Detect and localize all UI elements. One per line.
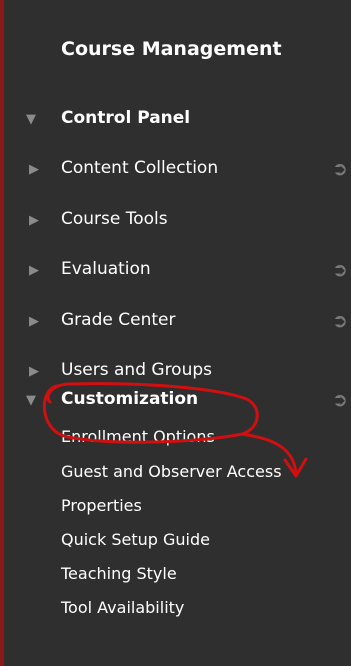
menu-item-label[interactable]: Grade Center	[61, 310, 175, 330]
control-panel-label[interactable]: Control Panel	[61, 108, 190, 128]
triangle-right-icon[interactable]: ▶	[29, 162, 45, 178]
submenu-item-guest-observer-access[interactable]: Guest and Observer Access	[61, 462, 282, 481]
menu-item-label[interactable]: Course Tools	[61, 209, 168, 229]
menu-item-course-tools[interactable]: ▶ Course Tools	[4, 200, 351, 242]
triangle-right-icon[interactable]: ▶	[29, 364, 45, 380]
circle-arrow-right-icon[interactable]: ➲	[332, 390, 351, 410]
triangle-down-icon[interactable]: ▼	[26, 112, 42, 128]
menu-item-label[interactable]: Users and Groups	[61, 360, 212, 380]
course-management-panel: Course Management ▼ Control Panel ▶ Cont…	[0, 0, 351, 666]
circle-arrow-right-icon[interactable]: ➲	[332, 159, 351, 179]
control-panel-row[interactable]: ▼ Control Panel	[4, 99, 351, 141]
submenu-item-teaching-style[interactable]: Teaching Style	[61, 564, 177, 583]
circle-arrow-right-icon[interactable]: ➲	[332, 260, 351, 280]
menu-item-evaluation[interactable]: ▶ Evaluation ➲	[4, 250, 351, 292]
customization-label[interactable]: Customization	[61, 389, 198, 409]
submenu-item-tool-availability[interactable]: Tool Availability	[61, 598, 184, 617]
menu-item-content-collection[interactable]: ▶ Content Collection ➲	[4, 149, 351, 191]
triangle-right-icon[interactable]: ▶	[29, 314, 45, 330]
submenu-item-quick-setup-guide[interactable]: Quick Setup Guide	[61, 530, 210, 549]
menu-item-customization[interactable]: ▼ Customization ➲	[4, 380, 351, 422]
triangle-right-icon[interactable]: ▶	[29, 213, 45, 229]
menu-item-label[interactable]: Content Collection	[61, 158, 218, 178]
menu-item-label[interactable]: Evaluation	[61, 259, 151, 279]
menu-item-grade-center[interactable]: ▶ Grade Center ➲	[4, 301, 351, 343]
triangle-down-icon[interactable]: ▼	[26, 393, 42, 409]
triangle-right-icon[interactable]: ▶	[29, 263, 45, 279]
circle-arrow-right-icon[interactable]: ➲	[332, 311, 351, 331]
submenu-item-properties[interactable]: Properties	[61, 496, 142, 515]
panel-heading: Course Management	[61, 38, 282, 60]
submenu-item-enrollment-options[interactable]: Enrollment Options	[61, 427, 215, 446]
